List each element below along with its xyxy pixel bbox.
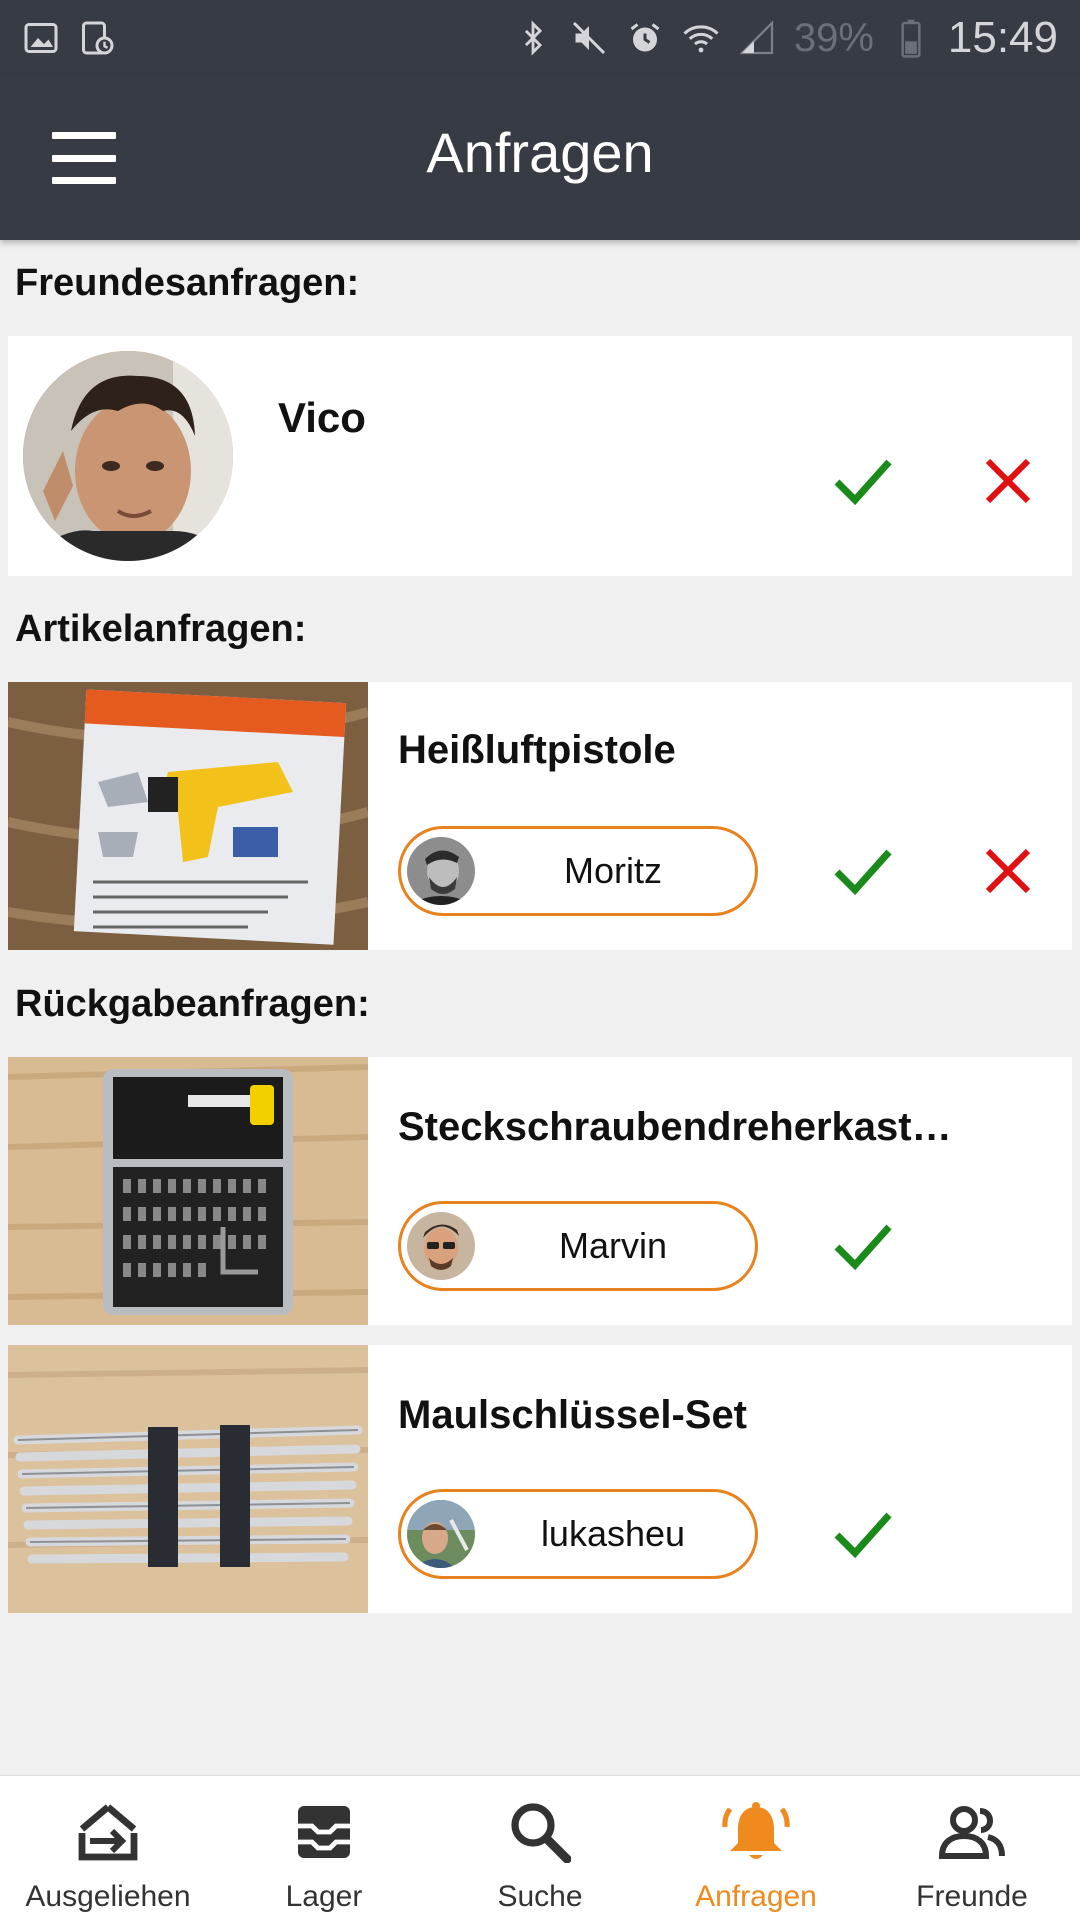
nav-label: Lager [285,1880,363,1913]
requester-chip[interactable]: Moritz [398,826,758,916]
section-heading-friend-requests: Freundesanfragen: [15,262,360,304]
search-icon [504,1796,576,1868]
storage-icon [288,1796,360,1868]
nav-item-ausgeliehen[interactable]: Ausgeliehen [0,1776,216,1920]
alarm-icon [626,19,664,57]
wifi-icon [682,19,720,57]
article-request-card: Heißluftpistole Moritz [8,682,1072,950]
item-image [8,1345,368,1613]
status-bar: 39% 15:49 [0,0,1080,76]
nav-label: Suche [497,1880,583,1913]
battery-percent: 39% [793,15,874,60]
app-bar: Anfragen [0,76,1080,240]
mute-icon [570,19,608,57]
nav-item-suche[interactable]: Suche [432,1776,648,1920]
bottom-navigation: Ausgeliehen Lager Suche Anfragen Freunde [0,1775,1080,1920]
avatar [407,837,475,905]
requester-name: Moritz [564,850,662,891]
friend-request-card: Vico [8,336,1072,576]
close-icon [985,848,1031,894]
item-image [8,682,368,950]
decline-friend-button[interactable] [973,446,1043,516]
battery-icon [892,19,930,58]
nav-item-anfragen[interactable]: Anfragen [648,1776,864,1920]
avatar [407,1212,475,1280]
item-title: Steckschraubendreherkast… [398,1105,952,1149]
item-title: Heißluftpistole [398,728,676,772]
requester-chip[interactable]: lukasheu [398,1489,758,1579]
requester-name: Marvin [558,1225,668,1266]
friend-request-name: Vico [278,394,366,441]
requester-name: lukasheu [540,1513,686,1554]
borrowed-icon [72,1796,144,1868]
check-icon [834,459,892,506]
friends-icon [936,1796,1008,1868]
screenshot-notification-icon [78,19,116,57]
check-icon [834,849,892,896]
section-heading-article-requests: Artikelanfragen: [15,608,307,650]
bell-icon [720,1796,792,1868]
accept-article-button[interactable] [828,836,898,906]
clock: 15:49 [947,13,1058,62]
requester-chip[interactable]: Marvin [398,1201,758,1291]
decline-article-button[interactable] [973,836,1043,906]
signal-icon [738,19,776,57]
nav-item-freunde[interactable]: Freunde [864,1776,1080,1920]
nav-item-lager[interactable]: Lager [216,1776,432,1920]
nav-label: Freunde [916,1880,1028,1913]
section-heading-return-requests: Rückgabeanfragen: [15,983,370,1025]
close-icon [985,458,1031,504]
check-icon [834,1224,892,1271]
page-title: Anfragen [426,121,654,184]
return-request-card: Maulschlüssel-Set lukasheu [8,1345,1072,1613]
check-icon [834,1512,892,1559]
nav-label: Ausgeliehen [25,1880,191,1913]
bluetooth-icon [514,19,552,57]
image-notification-icon [22,19,60,57]
accept-return-button[interactable] [828,1211,898,1281]
item-title: Maulschlüssel-Set [398,1393,748,1437]
accept-return-button[interactable] [828,1499,898,1569]
accept-friend-button[interactable] [828,446,898,516]
return-request-card: Steckschraubendreherkast… Marvin [8,1057,1072,1325]
item-image [8,1057,368,1325]
avatar [23,351,233,561]
avatar [407,1500,475,1568]
nav-label: Anfragen [695,1880,817,1913]
